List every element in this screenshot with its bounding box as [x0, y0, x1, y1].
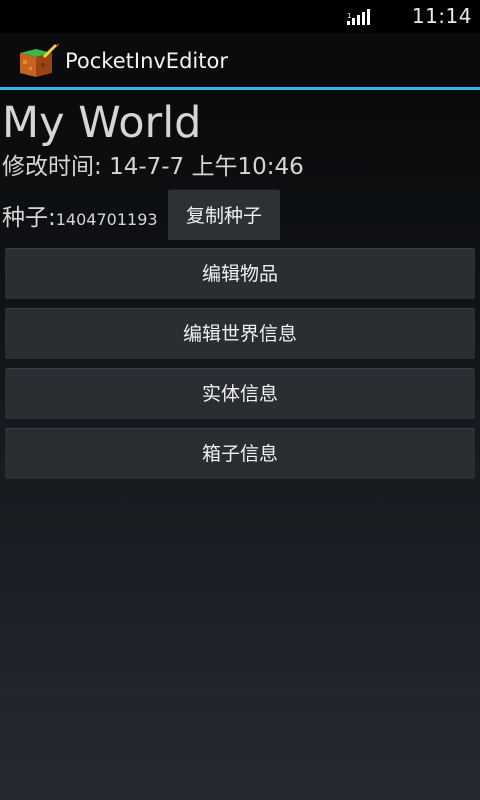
seed-label: 种子: — [2, 205, 56, 231]
app-title: PocketInvEditor — [65, 49, 228, 73]
seed-row: 种子:1404701193 — [2, 198, 158, 232]
edit-items-button[interactable]: 编辑物品 — [5, 248, 475, 299]
modified-time-label: 修改时间: — [2, 154, 110, 180]
modified-time-row: 修改时间: 14-7-7 上午10:46 — [2, 152, 304, 182]
copy-seed-button[interactable]: 复制种子 — [168, 189, 280, 240]
modified-time-value: 14-7-7 上午10:46 — [109, 154, 304, 180]
seed-value: 1404701193 — [55, 210, 158, 229]
action-bar: PocketInvEditor — [0, 33, 480, 90]
status-bar: 1 11:14 — [0, 0, 480, 33]
status-clock: 11:14 — [411, 4, 472, 28]
signal-icon: 1 — [347, 9, 370, 25]
svg-text:1: 1 — [347, 12, 351, 20]
chest-info-button[interactable]: 箱子信息 — [5, 428, 475, 479]
app-cube-icon[interactable] — [16, 43, 60, 79]
world-name: My World — [2, 98, 202, 148]
edit-world-info-button[interactable]: 编辑世界信息 — [5, 308, 475, 359]
entity-info-button[interactable]: 实体信息 — [5, 368, 475, 419]
